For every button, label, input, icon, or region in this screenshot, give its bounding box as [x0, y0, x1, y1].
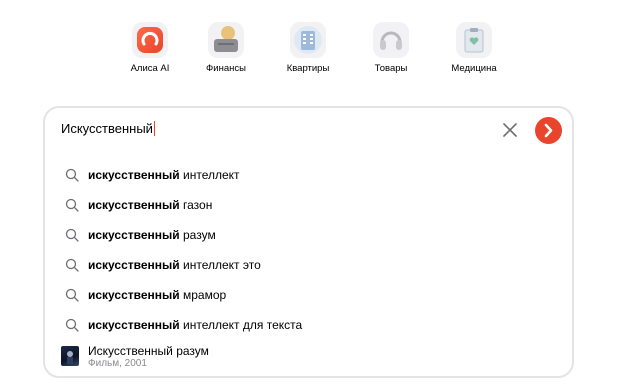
suggestion-item[interactable]: искусственный интеллект	[45, 160, 572, 190]
clear-icon[interactable]	[501, 121, 519, 139]
search-input[interactable]: Искусственный	[61, 121, 155, 137]
service-medicine[interactable]: Медицина	[434, 22, 514, 78]
suggestion-item[interactable]: искусственный интеллект для текста	[45, 310, 572, 340]
suggestion-text: искусственный интеллект	[88, 168, 240, 182]
search-icon	[65, 198, 79, 212]
suggestion-item[interactable]: искусственный интеллект это	[45, 250, 572, 280]
search-icon	[65, 228, 79, 242]
text-caret	[153, 121, 155, 136]
search-icon	[65, 288, 79, 302]
suggestion-item[interactable]: искусственный мрамор	[45, 280, 572, 310]
suggestion-text: искусственный газон	[88, 198, 213, 212]
service-label: Квартиры	[286, 63, 330, 74]
search-submit-button[interactable]	[535, 117, 562, 144]
search-icon	[65, 318, 79, 332]
film-suggestion[interactable]: Искусственный разум Фильм, 2001	[45, 342, 572, 372]
suggestion-item[interactable]: искусственный газон	[45, 190, 572, 220]
suggestion-text: искусственный интеллект для текста	[88, 318, 303, 332]
service-goods[interactable]: Товары	[351, 22, 431, 78]
goods-icon	[373, 22, 409, 58]
suggestion-text: искусственный разум	[88, 228, 216, 242]
search-box: Искусственный искусственный интеллект ис…	[43, 106, 574, 378]
suggestion-text: искусственный мрамор	[88, 288, 227, 302]
film-title: Искусственный разум	[88, 344, 209, 358]
film-poster	[61, 346, 79, 366]
search-icon	[65, 258, 79, 272]
service-label: Алиса AI	[130, 63, 170, 74]
medicine-icon	[456, 22, 492, 58]
suggestion-text: искусственный интеллект это	[88, 258, 261, 272]
search-icon	[65, 168, 79, 182]
alice-icon	[132, 22, 168, 58]
search-row: Искусственный	[45, 108, 572, 152]
suggestion-item[interactable]: искусственный разум	[45, 220, 572, 250]
film-subtitle: Фильм, 2001	[88, 358, 147, 369]
search-query-text: Искусственный	[61, 121, 153, 136]
finance-icon	[208, 22, 244, 58]
service-label: Товары	[374, 63, 408, 74]
chevron-right-icon	[544, 123, 553, 138]
service-label: Медицина	[451, 63, 497, 74]
service-finance[interactable]: Финансы	[186, 22, 266, 78]
service-label: Финансы	[206, 63, 246, 74]
service-alice[interactable]: Алиса AI	[110, 22, 190, 78]
service-apartments[interactable]: Квартиры	[268, 22, 348, 78]
services-bar: Алиса AI Финансы Квартиры Товары Медицин…	[0, 22, 620, 78]
apartments-icon	[290, 22, 326, 58]
